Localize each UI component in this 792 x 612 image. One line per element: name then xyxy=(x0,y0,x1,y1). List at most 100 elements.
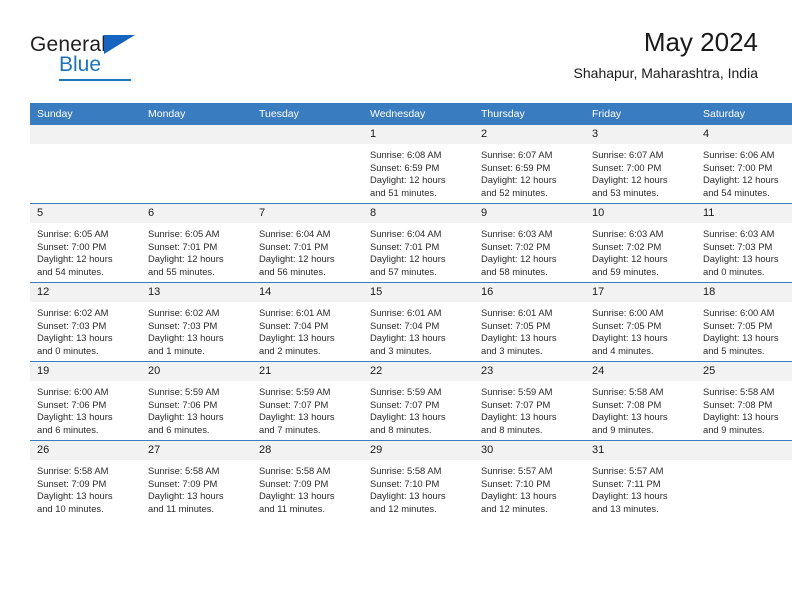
day-daylight2-text: and 2 minutes. xyxy=(259,344,321,356)
day-daylight1-text: Daylight: 13 hours xyxy=(148,411,224,423)
day-number: 27 xyxy=(141,441,252,460)
calendar-day-cell[interactable]: 12 Sunrise: 6:02 AM Sunset: 7:03 PM Dayligh… xyxy=(30,282,141,362)
calendar-day-cell[interactable]: 18 Sunrise: 6:00 AM Sunset: 7:05 PM Dayligh… xyxy=(696,282,792,362)
day-daylight2-text: and 8 minutes. xyxy=(481,423,543,435)
calendar-day-cell[interactable]: 10 Sunrise: 6:03 AM Sunset: 7:02 PM Dayligh… xyxy=(585,203,696,283)
calendar-day-cell[interactable]: 4 Sunrise: 6:06 AM Sunset: 7:00 PM Daylight… xyxy=(696,125,792,204)
location-subtitle: Shahapur, Maharashtra, India xyxy=(573,64,758,81)
calendar-day-cell[interactable]: 9 Sunrise: 6:03 AM Sunset: 7:02 PM Daylight… xyxy=(474,203,585,283)
day-sunrise-text: Sunrise: 5:58 AM xyxy=(592,386,664,397)
day-sunrise-text: Sunrise: 6:07 AM xyxy=(481,149,553,160)
day-sunrise-text: Sunrise: 6:00 AM xyxy=(703,307,775,318)
day-number xyxy=(696,441,792,460)
day-daylight1-text: Daylight: 13 hours xyxy=(259,411,335,423)
day-sunset-text: Sunset: 7:06 PM xyxy=(148,398,218,410)
day-sun-info: Sunrise: 6:03 AM Sunset: 7:02 PM Daylight:… xyxy=(474,223,585,278)
calendar-day-cell[interactable]: 1 Sunrise: 6:08 AM Sunset: 6:59 PM Daylight… xyxy=(363,125,474,204)
day-daylight2-text: and 11 minutes. xyxy=(148,502,215,514)
calendar-day-cell[interactable]: 30 Sunrise: 5:57 AM Sunset: 7:10 PM Dayligh… xyxy=(474,440,585,519)
day-number: 2 xyxy=(474,125,585,144)
calendar-day-cell[interactable]: 26 Sunrise: 5:58 AM Sunset: 7:09 PM Dayligh… xyxy=(30,440,141,519)
day-sunrise-text: Sunrise: 6:00 AM xyxy=(592,307,664,318)
day-sunrise-text: Sunrise: 5:57 AM xyxy=(592,465,664,476)
calendar-day-cell[interactable]: 14 Sunrise: 6:01 AM Sunset: 7:04 PM Dayligh… xyxy=(252,282,363,362)
calendar-day-cell[interactable]: 17 Sunrise: 6:00 AM Sunset: 7:05 PM Dayligh… xyxy=(585,282,696,362)
weekday-header-wednesday: Wednesday xyxy=(363,103,474,125)
day-number: 26 xyxy=(30,441,141,460)
day-daylight1-text: Daylight: 13 hours xyxy=(259,490,335,502)
calendar-day-cell[interactable]: 2 Sunrise: 6:07 AM Sunset: 6:59 PM Daylight… xyxy=(474,125,585,204)
day-sunset-text: Sunset: 7:08 PM xyxy=(592,398,662,410)
day-sunrise-text: Sunrise: 6:01 AM xyxy=(259,307,331,318)
day-sunrise-text: Sunrise: 5:58 AM xyxy=(37,465,109,476)
weekday-header-sunday: Sunday xyxy=(30,103,141,125)
calendar-day-cell[interactable]: 13 Sunrise: 6:02 AM Sunset: 7:03 PM Dayligh… xyxy=(141,282,252,362)
day-sunset-text: Sunset: 7:09 PM xyxy=(148,477,218,489)
day-sun-info: Sunrise: 6:07 AM Sunset: 6:59 PM Daylight:… xyxy=(474,144,585,199)
calendar-day-cell[interactable]: 29 Sunrise: 5:58 AM Sunset: 7:10 PM Dayligh… xyxy=(363,440,474,519)
day-daylight2-text: and 3 minutes. xyxy=(370,344,432,356)
day-number: 1 xyxy=(363,125,474,144)
day-sunset-text: Sunset: 7:00 PM xyxy=(37,240,107,252)
calendar-body: 1 Sunrise: 6:08 AM Sunset: 6:59 PM Daylight… xyxy=(30,125,792,519)
day-number: 31 xyxy=(585,441,696,460)
day-daylight2-text: and 4 minutes. xyxy=(592,344,654,356)
day-cell-inner: 12 Sunrise: 6:02 AM Sunset: 7:03 PM Dayligh… xyxy=(30,283,141,361)
day-sun-info: Sunrise: 6:01 AM Sunset: 7:04 PM Daylight:… xyxy=(252,302,363,357)
day-cell-inner: 30 Sunrise: 5:57 AM Sunset: 7:10 PM Dayligh… xyxy=(474,441,585,519)
general-blue-logo[interactable]: General Blue xyxy=(30,34,160,82)
calendar-day-cell[interactable]: 27 Sunrise: 5:58 AM Sunset: 7:09 PM Dayligh… xyxy=(141,440,252,519)
calendar-day-cell[interactable]: 11 Sunrise: 6:03 AM Sunset: 7:03 PM Dayligh… xyxy=(696,203,792,283)
calendar-day-cell[interactable]: 8 Sunrise: 6:04 AM Sunset: 7:01 PM Daylight… xyxy=(363,203,474,283)
day-sunrise-text: Sunrise: 5:59 AM xyxy=(370,386,442,397)
day-daylight1-text: Daylight: 12 hours xyxy=(148,253,224,265)
day-sun-info: Sunrise: 6:01 AM Sunset: 7:05 PM Daylight:… xyxy=(474,302,585,357)
calendar-day-cell-empty xyxy=(696,440,792,519)
day-daylight1-text: Daylight: 13 hours xyxy=(592,490,668,502)
day-cell-inner: 23 Sunrise: 5:59 AM Sunset: 7:07 PM Dayligh… xyxy=(474,362,585,440)
calendar-day-cell[interactable]: 22 Sunrise: 5:59 AM Sunset: 7:07 PM Dayligh… xyxy=(363,361,474,441)
day-number: 20 xyxy=(141,362,252,381)
day-number: 28 xyxy=(252,441,363,460)
calendar-day-cell[interactable]: 25 Sunrise: 5:58 AM Sunset: 7:08 PM Dayligh… xyxy=(696,361,792,441)
day-number: 3 xyxy=(585,125,696,144)
page-title: May 2024 xyxy=(643,27,758,57)
day-daylight2-text: and 12 minutes. xyxy=(370,502,437,514)
calendar-day-cell[interactable]: 31 Sunrise: 5:57 AM Sunset: 7:11 PM Dayligh… xyxy=(585,440,696,519)
day-sunset-text: Sunset: 7:02 PM xyxy=(592,240,662,252)
day-sun-info: Sunrise: 5:58 AM Sunset: 7:09 PM Daylight:… xyxy=(141,460,252,515)
day-sun-info: Sunrise: 6:07 AM Sunset: 7:00 PM Daylight:… xyxy=(585,144,696,199)
day-daylight2-text: and 54 minutes. xyxy=(703,186,770,198)
calendar-day-cell[interactable]: 7 Sunrise: 6:04 AM Sunset: 7:01 PM Daylight… xyxy=(252,203,363,283)
calendar-day-cell[interactable]: 23 Sunrise: 5:59 AM Sunset: 7:07 PM Dayligh… xyxy=(474,361,585,441)
calendar-day-cell[interactable]: 15 Sunrise: 6:01 AM Sunset: 7:04 PM Dayligh… xyxy=(363,282,474,362)
calendar-day-cell[interactable]: 16 Sunrise: 6:01 AM Sunset: 7:05 PM Dayligh… xyxy=(474,282,585,362)
calendar-day-cell[interactable]: 5 Sunrise: 6:05 AM Sunset: 7:00 PM Daylight… xyxy=(30,203,141,283)
day-daylight2-text: and 9 minutes. xyxy=(592,423,654,435)
day-sunrise-text: Sunrise: 6:01 AM xyxy=(370,307,442,318)
day-daylight1-text: Daylight: 13 hours xyxy=(481,332,557,344)
calendar-day-cell[interactable]: 28 Sunrise: 5:58 AM Sunset: 7:09 PM Dayligh… xyxy=(252,440,363,519)
day-daylight1-text: Daylight: 12 hours xyxy=(259,253,335,265)
day-number xyxy=(252,125,363,144)
weekday-header-saturday: Saturday xyxy=(696,103,792,125)
calendar-day-cell[interactable]: 3 Sunrise: 6:07 AM Sunset: 7:00 PM Daylight… xyxy=(585,125,696,204)
day-sunrise-text: Sunrise: 6:03 AM xyxy=(592,228,664,239)
calendar-day-cell[interactable]: 6 Sunrise: 6:05 AM Sunset: 7:01 PM Daylight… xyxy=(141,203,252,283)
day-cell-inner: 3 Sunrise: 6:07 AM Sunset: 7:00 PM Daylight… xyxy=(585,125,696,203)
day-sunset-text: Sunset: 7:09 PM xyxy=(37,477,107,489)
day-cell-inner: 4 Sunrise: 6:06 AM Sunset: 7:00 PM Daylight… xyxy=(696,125,792,203)
day-cell-inner: 28 Sunrise: 5:58 AM Sunset: 7:09 PM Dayligh… xyxy=(252,441,363,519)
calendar-day-cell[interactable]: 21 Sunrise: 5:59 AM Sunset: 7:07 PM Dayligh… xyxy=(252,361,363,441)
weekday-header-thursday: Thursday xyxy=(474,103,585,125)
day-cell-inner: 17 Sunrise: 6:00 AM Sunset: 7:05 PM Dayligh… xyxy=(585,283,696,361)
day-sunset-text: Sunset: 7:02 PM xyxy=(481,240,551,252)
calendar-day-cell[interactable]: 24 Sunrise: 5:58 AM Sunset: 7:08 PM Dayligh… xyxy=(585,361,696,441)
day-number xyxy=(30,125,141,144)
day-number: 8 xyxy=(363,204,474,223)
calendar-day-cell[interactable]: 20 Sunrise: 5:59 AM Sunset: 7:06 PM Dayligh… xyxy=(141,361,252,441)
day-cell-inner: 26 Sunrise: 5:58 AM Sunset: 7:09 PM Dayligh… xyxy=(30,441,141,519)
calendar-week-row: 5 Sunrise: 6:05 AM Sunset: 7:00 PM Daylight… xyxy=(30,203,792,283)
day-sunset-text: Sunset: 7:11 PM xyxy=(592,477,661,489)
calendar-day-cell[interactable]: 19 Sunrise: 6:00 AM Sunset: 7:06 PM Dayligh… xyxy=(30,361,141,441)
